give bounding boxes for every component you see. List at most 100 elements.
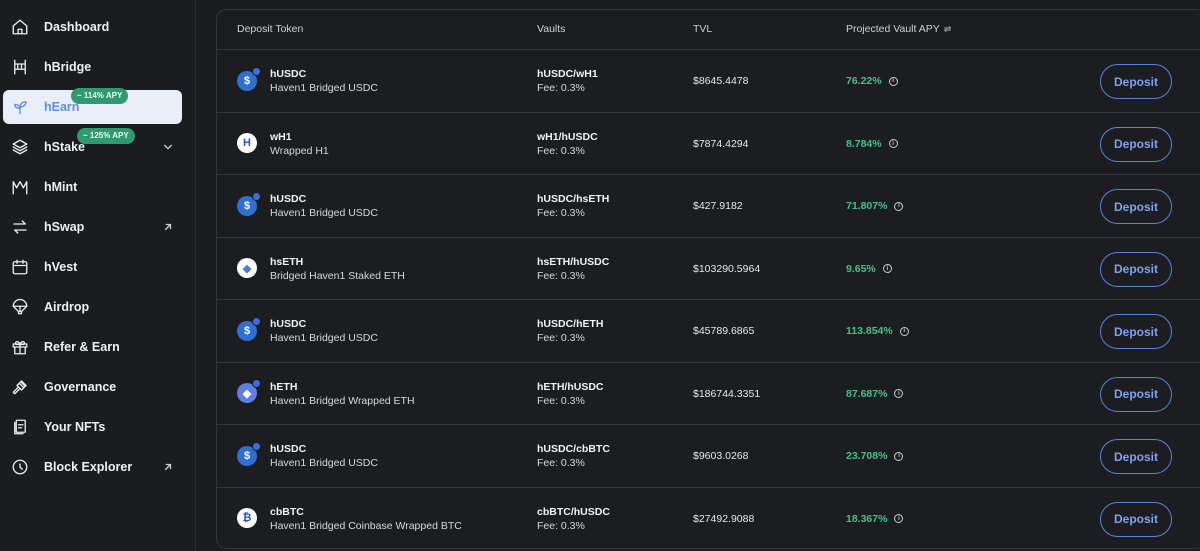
apy-value: 18.367% i <box>846 512 904 525</box>
eth-icon: ◆ <box>237 379 261 404</box>
apy-text: 9.65% <box>846 262 876 275</box>
apy-text: 87.687% <box>846 387 888 400</box>
sidebar-item-label: hSwap <box>44 220 85 234</box>
tvl-value: $27492.9088 <box>693 512 755 525</box>
token-name: Bridged Haven1 Staked ETH <box>270 269 405 282</box>
chevron-down-icon[interactable] <box>162 141 174 153</box>
apy-badge: ~ 125% APY <box>77 128 135 144</box>
apy-text: 71.807% <box>846 200 888 212</box>
apy-text: 23.708% <box>846 450 888 462</box>
token-symbol: hUSDC <box>270 193 307 205</box>
deposit-button[interactable]: Deposit <box>1100 376 1172 412</box>
sidebar-item-label: Refer & Earn <box>44 340 120 354</box>
sidebar-item-hearn[interactable]: hEarn ~ 114% APY <box>3 88 182 124</box>
info-icon[interactable]: i <box>899 326 909 336</box>
header-apy[interactable]: Projected Vault APY ⇌ <box>846 23 951 35</box>
vault-pair: hETH/hUSDC <box>537 380 604 393</box>
tvl-value: $427.9182 <box>693 200 743 212</box>
sidebar-item-label: Governance <box>44 380 117 394</box>
vault-pair: wH1/hUSDC <box>537 130 598 143</box>
sidebar-item-label: hVest <box>44 260 78 274</box>
table-row: ◆ hsETH Bridged Haven1 Staked ETH hsETH/… <box>217 238 1200 300</box>
home-icon <box>11 18 29 36</box>
btc-icon: ₿ <box>237 508 257 529</box>
token-symbol: hUSDC <box>270 318 307 330</box>
sidebar-item-hbridge[interactable]: hBridge <box>3 50 182 84</box>
sidebar-item-label: Airdrop <box>44 300 90 314</box>
vault-pair: hUSDC/hsETH <box>537 193 610 205</box>
header-tvl: TVL <box>693 23 713 35</box>
info-icon[interactable]: i <box>894 201 904 211</box>
info-icon[interactable]: i <box>894 451 904 461</box>
info-icon[interactable]: i <box>888 139 898 148</box>
chain-badge-icon <box>252 379 261 389</box>
info-icon[interactable]: i <box>894 514 904 523</box>
chain-badge-icon <box>252 66 261 76</box>
tvl-value: $9603.0268 <box>693 450 749 462</box>
token-name: Wrapped H1 <box>270 144 329 157</box>
header-deposit-token: Deposit Token <box>237 23 304 35</box>
sidebar-item-dashboard[interactable]: Dashboard <box>3 10 182 44</box>
token-name: Haven1 Bridged Wrapped ETH <box>270 394 415 407</box>
info-icon[interactable]: i <box>894 389 904 398</box>
deposit-button[interactable]: Deposit <box>1100 189 1172 224</box>
tvl-value: $186744.3351 <box>693 387 761 400</box>
sidebar-item-refer-earn[interactable]: Refer & Earn <box>3 330 182 364</box>
vault-pair: hUSDC/cbBTC <box>537 443 610 455</box>
vault-fee: Fee: 0.3% <box>537 207 585 219</box>
vault-pair: hUSDC/hETH <box>537 318 604 330</box>
table-row: $ hUSDC Haven1 Bridged USDC hUSDC/wH1 Fe… <box>217 50 1200 113</box>
info-icon[interactable]: i <box>888 76 898 86</box>
sidebar-item-hvest[interactable]: hVest <box>3 250 182 284</box>
sidebar-item-hswap[interactable]: hSwap <box>3 210 182 244</box>
apy-text: 113.854% <box>846 325 893 337</box>
deposit-button[interactable]: Deposit <box>1100 126 1172 162</box>
apy-text: 8.784% <box>846 137 882 150</box>
info-icon[interactable]: i <box>882 264 892 273</box>
sidebar-item-label: Your NFTs <box>44 420 106 434</box>
sidebar-item-hstake[interactable]: hStake ~ 125% APY <box>3 128 182 164</box>
deposit-button[interactable]: Deposit <box>1100 314 1172 349</box>
token-name: Haven1 Bridged USDC <box>270 82 378 94</box>
sidebar-item-airdrop[interactable]: Airdrop <box>3 290 182 324</box>
apy-value: 71.807% i <box>846 200 904 212</box>
sidebar: Dashboard hBridge hEarn ~ 114% APY hStak… <box>0 0 196 551</box>
sidebar-item-governance[interactable]: Governance <box>3 370 182 404</box>
sidebar-item-your-nfts[interactable]: Your NFTs <box>3 410 182 444</box>
sort-icon[interactable]: ⇌ <box>944 24 952 35</box>
sidebar-item-label: Block Explorer <box>44 460 133 474</box>
apy-value: 8.784% i <box>846 138 898 150</box>
token-name: Haven1 Bridged USDC <box>270 207 378 219</box>
layers-icon <box>11 138 29 156</box>
sidebar-item-label: Dashboard <box>44 20 110 34</box>
gavel-icon <box>11 378 29 396</box>
sidebar-item-hmint[interactable]: hMint <box>3 170 182 204</box>
header-apy-label: Projected Vault APY <box>846 23 940 35</box>
calendar-icon <box>11 258 29 276</box>
token-symbol: cbBTC <box>270 505 304 518</box>
sidebar-item-block-explorer[interactable]: Block Explorer <box>3 450 182 484</box>
token-symbol: wH1 <box>270 130 292 143</box>
usdc-icon: $ <box>237 441 261 466</box>
steth-icon: ◆ <box>237 258 257 279</box>
vault-fee: Fee: 0.3% <box>537 457 585 469</box>
deposit-button[interactable]: Deposit <box>1100 64 1172 99</box>
token-symbol: hETH <box>270 380 298 393</box>
table-row: H wH1 Wrapped H1 wH1/hUSDC Fee: 0.3% $78… <box>217 113 1200 175</box>
sidebar-item-label: hMint <box>44 180 78 194</box>
deposit-button[interactable]: Deposit <box>1100 439 1172 474</box>
token-name: Haven1 Bridged USDC <box>270 457 378 469</box>
apy-text: 18.367% <box>846 512 888 525</box>
apy-value: 87.687% i <box>846 387 904 400</box>
deposit-button[interactable]: Deposit <box>1100 501 1172 537</box>
vaults-table: Deposit Token Vaults TVL Projected Vault… <box>216 9 1200 549</box>
apy-value: 9.65% i <box>846 263 892 275</box>
vault-fee: Fee: 0.3% <box>537 394 585 407</box>
deposit-button[interactable]: Deposit <box>1100 251 1172 287</box>
vault-pair: hsETH/hUSDC <box>537 255 610 268</box>
apy-value: 76.22% i <box>846 75 898 87</box>
sidebar-item-label: hBridge <box>44 60 92 74</box>
chain-badge-icon <box>252 441 261 451</box>
h1-icon: H <box>237 133 257 154</box>
chain-badge-icon <box>252 191 261 201</box>
